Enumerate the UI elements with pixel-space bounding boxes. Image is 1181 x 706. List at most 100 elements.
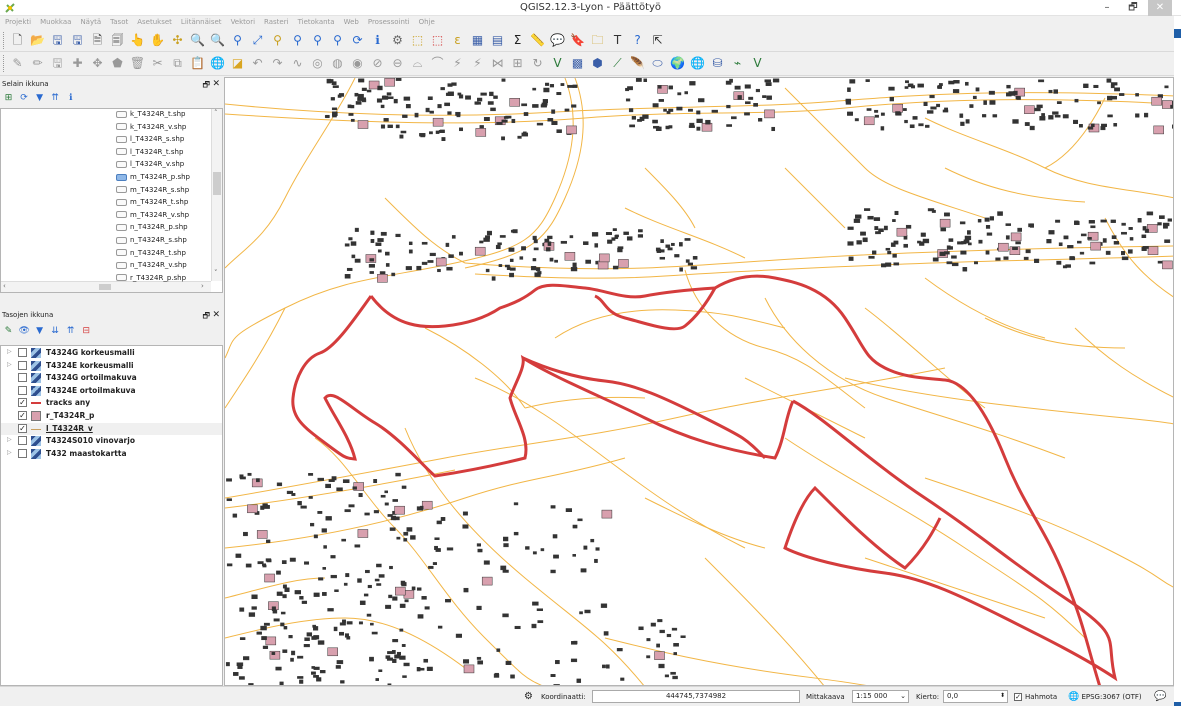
gps-icon[interactable]: V <box>749 55 766 72</box>
add-db-layer-icon[interactable]: ⛁ <box>709 55 726 72</box>
composer-manager-icon[interactable]: 🗐 <box>109 32 126 49</box>
expand-arrow-icon[interactable]: ▷ <box>7 361 12 368</box>
zoom-next-icon[interactable]: ⚲ <box>329 32 346 49</box>
undo-icon[interactable]: ↶ <box>249 55 266 72</box>
expand-arrow-icon[interactable]: ▷ <box>7 348 12 355</box>
layer-row[interactable]: ▷ T432 maastokartta <box>1 448 222 460</box>
browser-item[interactable]: m_T4324R_t.shp <box>116 198 188 210</box>
browser-item[interactable]: n_T4324R_v.shp <box>116 261 187 273</box>
help-icon[interactable]: ? <box>629 32 646 49</box>
add-wfs-icon[interactable]: 🌍 <box>669 55 686 72</box>
pan-to-selection-icon[interactable]: ✣ <box>169 32 186 49</box>
menu-item-5[interactable]: Liitännäiset <box>176 16 226 29</box>
select-by-expression-icon[interactable]: ε <box>449 32 466 49</box>
action-icon[interactable]: ⚙ <box>389 32 406 49</box>
menu-item-6[interactable]: Vektori <box>226 16 259 29</box>
add-spatialite-icon[interactable]: 🪶 <box>629 55 646 72</box>
bookmark-icon[interactable]: 🔖 <box>569 32 586 49</box>
visibility-icon[interactable]: 👁 <box>19 326 30 337</box>
chevron-down-icon[interactable]: ⌄ <box>900 691 906 702</box>
browser-item[interactable]: n_T4324R_p.shp <box>116 223 188 235</box>
crs-status[interactable]: 🌐 EPSG:3067 (OTF) <box>1068 690 1142 704</box>
new-project-icon[interactable]: 🗋 <box>9 32 26 49</box>
layer-visibility-checkbox[interactable] <box>18 385 27 395</box>
browser-item[interactable]: l_T4324R_s.shp <box>116 135 184 147</box>
browser-item[interactable]: l_T4324R_v.shp <box>116 160 184 172</box>
save-edits-icon[interactable]: 🖫 <box>49 55 66 72</box>
menu-item-2[interactable]: Näytä <box>75 16 105 29</box>
open-project-icon[interactable]: 📂 <box>29 32 46 49</box>
browser-tree[interactable]: ˄ ˅ ‹ › k_T4324R_t.shp k_T4324R_v.shp l_T4… <box>0 108 223 293</box>
toolbar-handle[interactable] <box>3 32 6 49</box>
side-tab[interactable] <box>1174 702 1181 706</box>
float-panel-icon[interactable]: 🗗 <box>202 78 210 91</box>
paste-features-icon[interactable]: 📋 <box>189 55 206 72</box>
collapse-all-icon[interactable]: ⇈ <box>65 326 76 337</box>
scale-combobox[interactable]: 1:15 000 ⌄ <box>852 690 909 703</box>
add-delimited-icon[interactable]: ⟋ <box>609 55 626 72</box>
menu-item-8[interactable]: Tietokanta <box>293 16 339 29</box>
zoom-last-icon[interactable]: ⚲ <box>309 32 326 49</box>
attribute-table-icon[interactable]: ▦ <box>469 32 486 49</box>
move-feature-icon[interactable]: ✥ <box>89 55 106 72</box>
zoom-layer-icon[interactable]: ⚲ <box>289 32 306 49</box>
layer-visibility-checkbox[interactable]: ✓ <box>18 423 27 433</box>
vertex-icon[interactable]: V <box>549 55 566 72</box>
scroll-left-icon[interactable]: ‹ <box>3 282 6 290</box>
delete-selected-icon[interactable]: 🗑 <box>129 55 146 72</box>
scrollbar-thumb[interactable] <box>213 172 221 195</box>
render-checkbox[interactable]: ✓ <box>1014 693 1022 701</box>
expand-all-icon[interactable]: ⇊ <box>50 326 61 337</box>
refresh-icon[interactable]: ⟳ <box>19 93 30 104</box>
offset-curve-icon[interactable]: ⌒ <box>429 55 446 72</box>
collapse-all-icon[interactable]: ⇈ <box>50 93 61 104</box>
menu-item-0[interactable]: Projekti <box>0 16 35 29</box>
menu-item-7[interactable]: Rasteri <box>259 16 293 29</box>
messages-icon[interactable]: ⚙ <box>524 690 533 704</box>
zoom-actual-icon[interactable]: ⚲ <box>229 32 246 49</box>
layer-row[interactable]: ▷ T4324G korkeusmalli <box>1 347 222 359</box>
filter-legend-icon[interactable]: ▼ <box>34 326 45 337</box>
render-toggle[interactable]: ✓ Hahmota <box>1014 690 1057 704</box>
redo-icon[interactable]: ↷ <box>269 55 286 72</box>
copy-features-icon[interactable]: ⧉ <box>169 55 186 72</box>
expand-arrow-icon[interactable]: ▷ <box>7 449 12 456</box>
merge-features-icon[interactable]: ⋈ <box>489 55 506 72</box>
layer-visibility-checkbox[interactable] <box>18 448 27 458</box>
add-ring-icon[interactable]: ◎ <box>309 55 326 72</box>
layer-row[interactable]: ✓ tracks any <box>1 397 222 409</box>
menu-item-9[interactable]: Web <box>339 16 363 29</box>
new-print-composer-icon[interactable]: 🗎 <box>89 32 106 49</box>
coordinate-field[interactable]: 444745,7374982 <box>592 690 800 703</box>
browser-item[interactable]: m_T4324R_s.shp <box>116 186 189 198</box>
deselect-icon[interactable]: ⬚ <box>429 32 446 49</box>
zoom-out-icon[interactable]: 🔍 <box>209 32 226 49</box>
save-as-icon[interactable]: 🖫 <box>69 32 86 49</box>
rotation-spinbox[interactable]: 0,0 ⬍ <box>943 690 1008 703</box>
layer-tree[interactable]: ▷ T4324G korkeusmalli ▷ T4324E korkeusmalli… <box>0 345 223 686</box>
add-wcs-icon[interactable]: 🌐 <box>689 55 706 72</box>
add-part-icon[interactable]: ◍ <box>329 55 346 72</box>
layer-row[interactable]: ✓ l_T4324R_v <box>1 422 222 435</box>
rotate-symbol-icon[interactable]: ↻ <box>529 55 546 72</box>
scroll-down-icon[interactable]: ˅ <box>214 269 218 277</box>
field-calculator-icon[interactable]: ▤ <box>489 32 506 49</box>
touch-icon[interactable]: 👆 <box>129 32 146 49</box>
side-tab[interactable] <box>1174 29 1181 38</box>
annotation-icon[interactable]: T <box>609 32 626 49</box>
raster-icon[interactable]: ▩ <box>569 55 586 72</box>
layer-row[interactable]: ▷ T4324S010 vinovarjo <box>1 435 222 447</box>
split-parts-icon[interactable]: ⚡ <box>469 55 486 72</box>
zoom-in-icon[interactable]: 🔍 <box>189 32 206 49</box>
new-layer-icon[interactable]: ⌁ <box>729 55 746 72</box>
refresh-icon[interactable]: ⟳ <box>349 32 366 49</box>
simplify-icon[interactable]: ∿ <box>289 55 306 72</box>
node-tool-icon[interactable]: ⬟ <box>109 55 126 72</box>
cut-features-icon[interactable]: ✂ <box>149 55 166 72</box>
fill-ring-icon[interactable]: ◉ <box>349 55 366 72</box>
browser-item[interactable]: m_T4324R_v.shp <box>116 211 189 223</box>
scroll-up-icon[interactable]: ˄ <box>214 109 218 117</box>
add-feature-icon[interactable]: ✚ <box>69 55 86 72</box>
browser-item[interactable]: n_T4324R_s.shp <box>116 236 187 248</box>
pan-icon[interactable]: ✋ <box>149 32 166 49</box>
